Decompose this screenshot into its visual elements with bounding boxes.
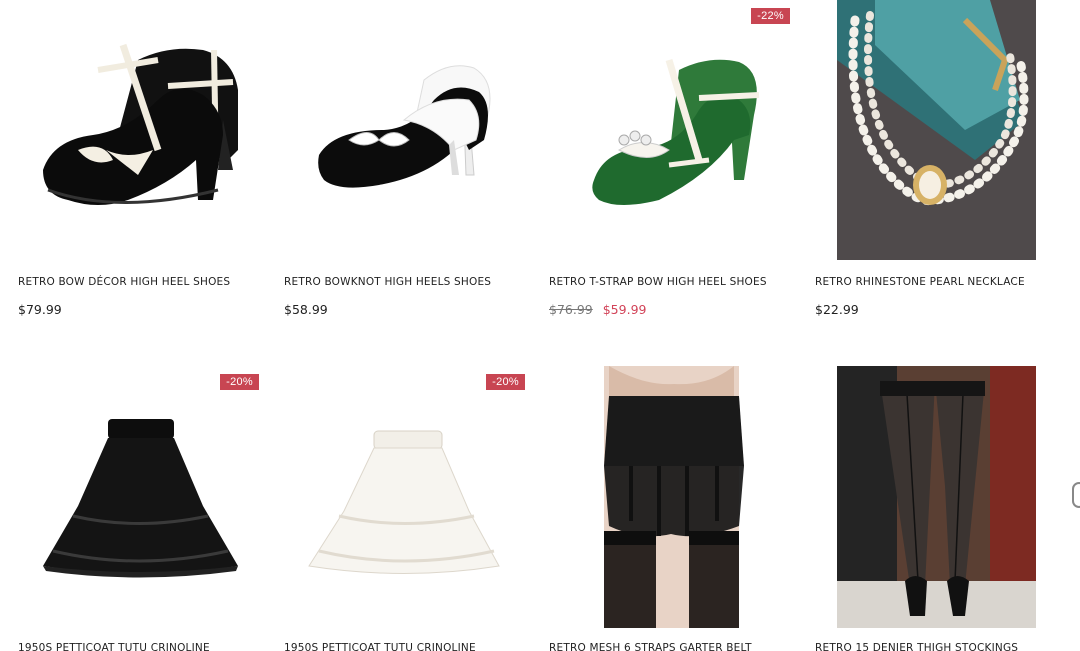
product-image-link[interactable]	[815, 0, 1060, 262]
carousel-next-arrow[interactable]	[1072, 482, 1080, 508]
product-card[interactable]: RETRO BOWKNOT HIGH HEELS SHOES $58.99	[284, 0, 529, 317]
price-row: $76.99 $59.99	[549, 302, 794, 317]
product-card[interactable]: RETRO BOW DÉCOR HIGH HEEL SHOES $79.99	[18, 0, 263, 317]
product-image-link[interactable]	[549, 366, 794, 628]
black-garter-belt-image	[549, 366, 794, 628]
discount-badge: -22%	[751, 8, 790, 24]
product-card[interactable]: -22% RETRO T-STRAP BOW HIGH HEEL SHOES $…	[549, 0, 794, 317]
product-image-link[interactable]: -20%	[18, 366, 263, 628]
product-price: $79.99	[18, 302, 62, 317]
black-white-bow-pumps-image	[284, 0, 529, 262]
product-card[interactable]: -20% 1950S PETTICOAT TUTU CRINOLINE	[18, 366, 263, 651]
product-image-link[interactable]: -20%	[284, 366, 529, 628]
product-title[interactable]: 1950S PETTICOAT TUTU CRINOLINE	[18, 642, 263, 651]
price-row: $79.99	[18, 302, 263, 317]
discount-badge: -20%	[220, 374, 259, 390]
product-card[interactable]: RETRO 15 DENIER THIGH STOCKINGS	[815, 366, 1060, 651]
product-image-link[interactable]	[18, 0, 263, 262]
product-card[interactable]: -20% 1950S PETTICOAT TUTU CRINOLINE	[284, 366, 529, 651]
product-title[interactable]: RETRO BOW DÉCOR HIGH HEEL SHOES	[18, 276, 263, 288]
product-price: $22.99	[815, 302, 859, 317]
product-image-link[interactable]	[284, 0, 529, 262]
product-price: $58.99	[284, 302, 328, 317]
price-row: $22.99	[815, 302, 1060, 317]
product-title[interactable]: RETRO 15 DENIER THIGH STOCKINGS	[815, 642, 1060, 651]
product-image-link[interactable]	[815, 366, 1060, 628]
original-price: $76.99	[549, 302, 593, 317]
product-title[interactable]: 1950S PETTICOAT TUTU CRINOLINE	[284, 642, 529, 651]
black-cream-tstrap-heels-image	[18, 0, 263, 262]
product-title[interactable]: RETRO RHINESTONE PEARL NECKLACE	[815, 276, 1060, 288]
product-image-link[interactable]: -22%	[549, 0, 794, 262]
product-title[interactable]: RETRO BOWKNOT HIGH HEELS SHOES	[284, 276, 529, 288]
green-white-tstrap-heels-image	[549, 0, 794, 262]
pearl-necklace-image	[815, 0, 1060, 262]
sale-price: $59.99	[602, 302, 647, 317]
product-card[interactable]: RETRO MESH 6 STRAPS GARTER BELT	[549, 366, 794, 651]
black-petticoat-image	[18, 366, 263, 628]
product-title[interactable]: RETRO T-STRAP BOW HIGH HEEL SHOES	[549, 276, 794, 288]
seamed-stockings-image	[815, 366, 1060, 628]
product-title[interactable]: RETRO MESH 6 STRAPS GARTER BELT	[549, 642, 794, 651]
product-card[interactable]: RETRO RHINESTONE PEARL NECKLACE $22.99	[815, 0, 1060, 317]
discount-badge: -20%	[486, 374, 525, 390]
white-petticoat-image	[284, 366, 529, 628]
product-grid: RETRO BOW DÉCOR HIGH HEEL SHOES $79.99 R…	[0, 0, 1080, 651]
price-row: $58.99	[284, 302, 529, 317]
